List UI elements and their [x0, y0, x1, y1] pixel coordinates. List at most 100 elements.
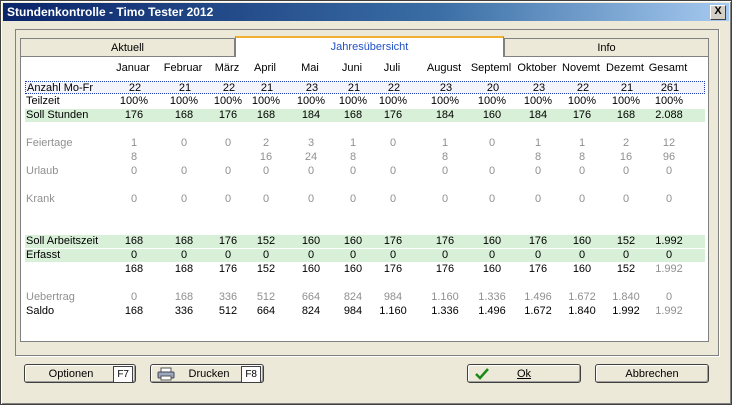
table-cell: 0 [389, 249, 397, 261]
tab-info[interactable]: Info [504, 38, 709, 56]
table-cell: 176 [435, 263, 455, 275]
table-cell: 168 [174, 109, 194, 121]
table-cell: 152 [616, 235, 636, 247]
column-header: Januar [116, 62, 150, 74]
table-cell: 23 [439, 82, 453, 94]
table-cell: 1 [130, 137, 138, 149]
optionen-label: Optionen [48, 368, 94, 380]
table-cell: 1 [441, 137, 449, 149]
table-cell: 100% [611, 95, 641, 107]
table-row: Urlaub 0 0 0 0 0 0 0 0 0 0 0 0 0 [25, 165, 705, 178]
table-cell: 0 [349, 165, 357, 177]
table-cell: 21 [260, 82, 274, 94]
column-header: Gesamt [648, 62, 688, 74]
window-title: Stundenkontrolle - Timo Tester 2012 [7, 5, 214, 19]
table-cell: 0 [130, 249, 138, 261]
row-label: Saldo [26, 305, 55, 317]
table-cell: 664 [301, 291, 321, 303]
table-cell: 8 [349, 151, 357, 163]
table-cell: 1.496 [478, 305, 506, 317]
ok-label: Ok [516, 368, 532, 380]
optionen-button[interactable]: Optionen F7 [24, 364, 136, 383]
table-cell: 0 [180, 137, 188, 149]
table-cell: 0 [578, 193, 586, 205]
table-cell: 0 [578, 165, 586, 177]
table-cell: 23 [305, 82, 319, 94]
row-label: Urlaub [26, 165, 59, 177]
table-cell: 8 [534, 151, 542, 163]
tab-aktuell[interactable]: Aktuell [20, 38, 235, 56]
table-cell: 0 [622, 165, 630, 177]
table-cell: 0 [389, 165, 397, 177]
table-cell: 100% [378, 95, 408, 107]
table-cell: 168 [256, 109, 276, 121]
table-cell: 12 [662, 137, 676, 149]
row-label: Anzahl Mo-Fr [27, 82, 94, 94]
row-label: Krank [26, 193, 55, 205]
table-cell: 824 [343, 291, 363, 303]
table-cell: 0 [665, 249, 673, 261]
table-cell: 100% [251, 95, 281, 107]
table-cell: 0 [262, 165, 270, 177]
table-cell: 0 [622, 193, 630, 205]
table-cell: 168 [343, 109, 363, 121]
table-cell: 984 [383, 291, 403, 303]
table-cell: 0 [307, 165, 315, 177]
abbrechen-button[interactable]: Abbrechen [595, 364, 709, 383]
table-cell: 0 [622, 249, 630, 261]
table-cell: 261 [660, 82, 680, 94]
table-cell: 8 [578, 151, 586, 163]
table-cell: 168 [124, 263, 144, 275]
row-label: Uebertrag [26, 291, 75, 303]
checkmark-icon [474, 367, 490, 388]
table-cell: 22 [128, 82, 142, 94]
table-cell: 168 [124, 235, 144, 247]
table-cell: 0 [488, 249, 496, 261]
table-row: Uebertrag 0 168 336 512 664 824 984 1.160 1.336 1.… [25, 291, 705, 304]
table-cell: 16 [619, 151, 633, 163]
table-cell: 152 [256, 235, 276, 247]
tab-jahresuebersicht[interactable]: Jahresübersicht [235, 36, 504, 57]
table-cell: 160 [482, 109, 502, 121]
table-cell: 1.496 [524, 291, 552, 303]
table-cell: 1.840 [612, 291, 640, 303]
table-cell: 20 [486, 82, 500, 94]
table-cell: 100% [430, 95, 460, 107]
table-row: Feiertage 1 0 0 2 3 1 0 1 0 1 1 2 12 [25, 137, 705, 150]
table-cell: 1.992 [655, 263, 683, 275]
table-cell: 2 [622, 137, 630, 149]
table-cell: 0 [130, 165, 138, 177]
table-cell: 16 [259, 151, 273, 163]
table-cell: 0 [349, 249, 357, 261]
table-cell: 24 [304, 151, 318, 163]
table-cell: 160 [301, 235, 321, 247]
table-row: Soll Stunden 176 168 176 168 184 168 176 184 160 1… [25, 109, 705, 122]
table-cell: 0 [488, 137, 496, 149]
table-row[interactable]: Anzahl Mo-Fr 22 21 22 21 23 21 22 23 20 23 22 21 261 [25, 81, 705, 94]
table-cell: 0 [665, 165, 673, 177]
table-cell: 168 [124, 305, 144, 317]
table-cell: 1.336 [478, 291, 506, 303]
table-cell: 0 [130, 291, 138, 303]
table-row: 168 168 176 152 160 160 176 176 160 176 160 152 1.99… [25, 263, 705, 276]
table-cell: 0 [441, 193, 449, 205]
table-cell: 0 [180, 249, 188, 261]
drucken-button[interactable]: Drucken F8 [150, 364, 264, 383]
table-cell: 160 [482, 235, 502, 247]
table-cell: 100% [477, 95, 507, 107]
table-cell: 1.336 [431, 305, 459, 317]
table-cell: 1 [534, 137, 542, 149]
table-cell: 1 [349, 137, 357, 149]
column-header: Mai [301, 62, 319, 74]
table-row: Soll Arbeitszeit 168 168 176 152 160 160 176 176… [25, 235, 705, 248]
table-row: 8 16 24 8 8 8 8 16 96 [25, 151, 705, 164]
close-button[interactable]: X [710, 5, 726, 20]
ok-button[interactable]: Ok [467, 364, 581, 383]
table-cell: 160 [343, 235, 363, 247]
table-row: Teilzeit 100% 100% 100% 100% 100% 100% 100% 100%… [25, 95, 705, 108]
table-cell: 2 [262, 137, 270, 149]
table-cell: 8 [130, 151, 138, 163]
table-cell: 23 [532, 82, 546, 94]
table-cell: 1.672 [568, 291, 596, 303]
table-cell: 0 [441, 249, 449, 261]
